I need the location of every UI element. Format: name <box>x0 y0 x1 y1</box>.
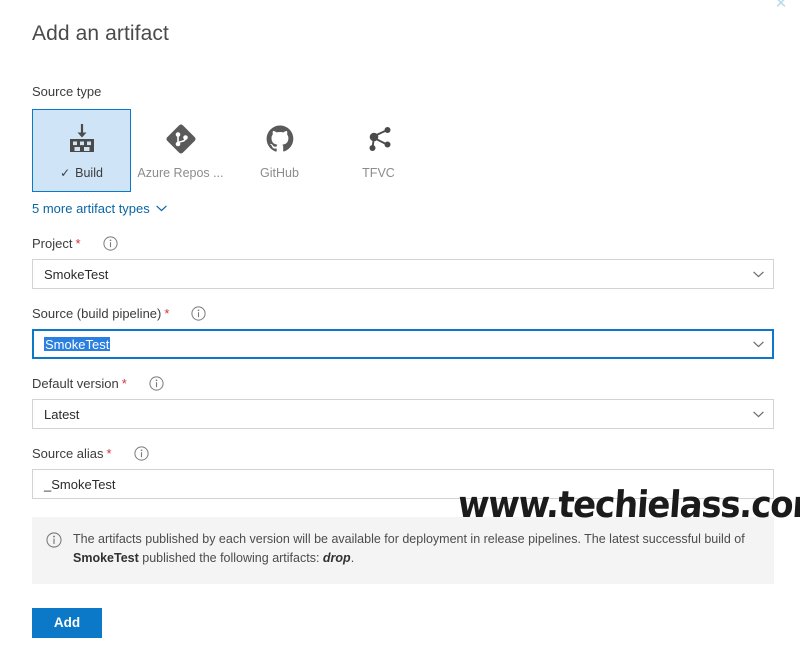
info-banner-artifact-name: drop <box>322 551 351 566</box>
source-build-pipeline-dropdown[interactable]: SmokeTest <box>32 329 774 359</box>
field-project: Project * SmokeTest <box>32 234 774 289</box>
field-source-label-row: Source (build pipeline) * <box>32 304 774 322</box>
source-type-label: Source type <box>32 84 102 99</box>
source-alias-input[interactable]: _SmokeTest <box>32 469 774 499</box>
field-default-version: Default version * Latest <box>32 374 774 429</box>
page-title: Add an artifact <box>32 22 169 45</box>
field-default-version-label: Default version <box>32 375 119 391</box>
more-artifact-types-link[interactable]: 5 more artifact types <box>32 201 167 216</box>
info-banner-text-part2: published the following artifacts: <box>138 551 323 566</box>
source-type-card-build-label: ✓ Build <box>60 166 103 180</box>
project-dropdown-value: SmokeTest <box>44 266 109 282</box>
chevron-down-icon <box>743 270 773 278</box>
azure-repos-icon <box>164 121 198 157</box>
default-version-dropdown[interactable]: Latest <box>32 399 774 429</box>
source-type-list: ✓ Build Azure Repos ... GitHub TFVC <box>32 109 774 192</box>
info-icon[interactable] <box>134 445 149 461</box>
required-indicator: * <box>75 235 81 251</box>
chevron-down-icon <box>743 410 773 418</box>
field-source-build-pipeline: Source (build pipeline) * SmokeTest <box>32 304 774 359</box>
info-banner: The artifacts published by each version … <box>32 517 774 584</box>
source-build-pipeline-value: SmokeTest <box>44 337 111 352</box>
source-build-pipeline-value-wrap: SmokeTest <box>44 337 743 351</box>
source-type-card-build[interactable]: ✓ Build <box>32 109 131 192</box>
source-type-card-tfvc[interactable]: TFVC <box>329 109 428 192</box>
source-type-card-tfvc-label: TFVC <box>362 166 395 180</box>
tfvc-icon <box>363 121 395 157</box>
add-button[interactable]: Add <box>32 607 102 638</box>
github-icon <box>264 121 296 157</box>
check-icon: ✓ <box>60 166 71 180</box>
more-artifact-types-label: 5 more artifact types <box>32 201 150 216</box>
info-banner-text-part3: . <box>350 551 355 566</box>
required-indicator: * <box>164 305 170 321</box>
source-alias-value: _SmokeTest <box>44 476 116 492</box>
source-type-card-github-label: GitHub <box>260 166 299 180</box>
build-icon <box>67 121 97 157</box>
info-banner-text: The artifacts published by each version … <box>73 530 760 569</box>
close-icon: ✕ <box>774 0 788 12</box>
tfvc-label: TFVC <box>362 166 395 180</box>
azure-repos-label: Azure Repos ... <box>137 166 224 180</box>
info-icon[interactable] <box>102 235 118 251</box>
info-icon <box>46 530 62 569</box>
source-type-card-azure-repos[interactable]: Azure Repos ... <box>131 109 230 192</box>
close-button[interactable]: ✕ <box>768 0 794 14</box>
source-type-card-azure-repos-label: Azure Repos ... <box>137 166 223 180</box>
info-banner-text-part1: The artifacts published by each version … <box>73 532 745 546</box>
required-indicator: * <box>106 445 112 461</box>
field-source-alias-label: Source alias <box>32 445 104 461</box>
github-label: GitHub <box>260 166 299 180</box>
default-version-value: Latest <box>44 406 80 422</box>
info-icon[interactable] <box>191 305 207 321</box>
field-project-label-row: Project * <box>32 234 774 252</box>
add-artifact-panel: Add an artifact Source type ✓ Build Azur… <box>0 0 800 638</box>
chevron-down-icon <box>155 205 167 212</box>
source-type-card-github[interactable]: GitHub <box>230 109 329 192</box>
field-default-version-label-row: Default version * <box>32 374 774 392</box>
chevron-down-icon <box>743 340 773 348</box>
build-label: Build <box>75 166 103 180</box>
info-banner-build-name: SmokeTest <box>73 551 139 566</box>
field-source-alias: Source alias * _SmokeTest <box>32 444 774 499</box>
field-project-label: Project <box>32 235 73 251</box>
field-source-alias-label-row: Source alias * <box>32 444 774 462</box>
project-dropdown[interactable]: SmokeTest <box>32 259 774 289</box>
required-indicator: * <box>121 375 127 391</box>
field-source-label: Source (build pipeline) <box>32 305 162 321</box>
info-icon[interactable] <box>149 375 164 391</box>
